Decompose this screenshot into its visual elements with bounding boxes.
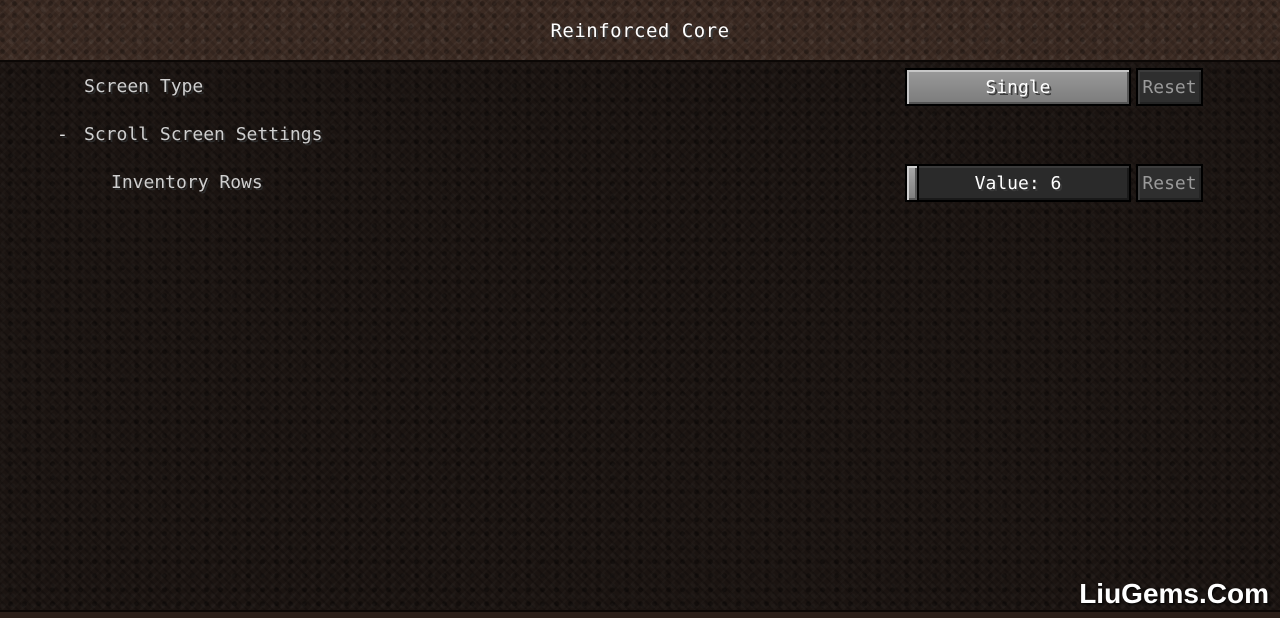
header-bar: Reinforced Core <box>0 0 1280 62</box>
settings-list[interactable]: Screen Type Single Reset - Scroll Screen… <box>0 62 1280 610</box>
footer-strip <box>0 610 1280 618</box>
inventory-rows-reset-button[interactable]: Reset <box>1136 164 1203 202</box>
screen-type-label: Screen Type <box>84 76 204 97</box>
screen-type-button[interactable]: Single <box>905 68 1131 106</box>
collapse-toggle-icon[interactable]: - <box>57 124 68 145</box>
slider-value-text: Value: 6 <box>974 172 1062 194</box>
inventory-rows-slider[interactable]: Value: 6 <box>905 164 1131 202</box>
watermark: LiuGems.Com <box>1079 578 1269 609</box>
page-title: Reinforced Core <box>550 20 730 42</box>
scroll-screen-settings-label[interactable]: Scroll Screen Settings <box>84 124 322 145</box>
inventory-rows-label: Inventory Rows <box>111 172 263 193</box>
screen-type-reset-button[interactable]: Reset <box>1136 68 1203 106</box>
